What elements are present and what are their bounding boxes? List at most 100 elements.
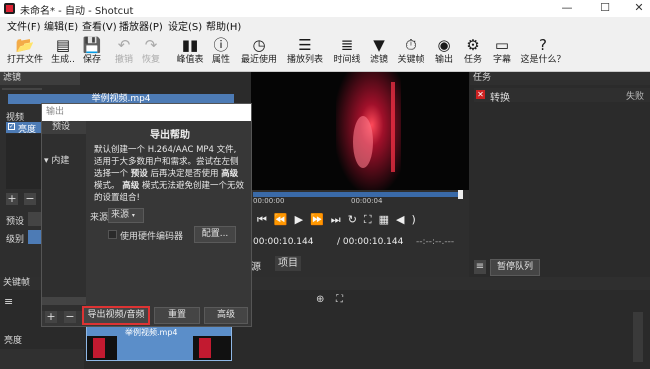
peak-meter-icon: ▮▮ xyxy=(181,36,199,54)
timeline-icon: ≣ xyxy=(340,36,354,54)
menu-player[interactable]: 播放器(P) xyxy=(119,18,163,33)
jobs-header: 任务 xyxy=(470,72,650,85)
pause-queue-button[interactable]: 暂停队列 xyxy=(490,259,540,276)
filter-icon: ▼ xyxy=(373,36,385,54)
preset-scrollbar[interactable] xyxy=(42,297,86,305)
timeline-button[interactable]: ≣ 时间线 xyxy=(331,35,363,69)
undo-button[interactable]: ↶ 撤销 xyxy=(112,35,136,69)
timeline-scrollbar[interactable] xyxy=(633,312,643,362)
peak-meter-button[interactable]: ▮▮ 峰值表 xyxy=(174,35,206,69)
keyframes-button[interactable]: ⏱ 关键帧 xyxy=(395,35,427,69)
menu-file[interactable]: 文件(F) xyxy=(7,18,41,33)
current-time[interactable]: 00:00:10.144 xyxy=(253,237,313,247)
redo-icon: ↷ xyxy=(144,36,158,54)
source-label: 来源 xyxy=(90,213,109,223)
help-title: 导出帮助 xyxy=(150,130,190,141)
minimize-button[interactable]: — xyxy=(558,1,576,16)
fast-forward-icon[interactable]: ⏩ xyxy=(310,213,331,226)
whats-this-icon: ? xyxy=(539,36,547,54)
toolbar: 📂 打开文件 ▤ 生成.. 💾 保存 ↶ 撤销 ↷ 恢复 ▮▮ 峰值表 ⓘ 属性 ◷ 最近使用 … xyxy=(0,32,650,72)
jobs-menu-icon[interactable]: ≡ xyxy=(474,260,486,274)
failed-icon: ✕ xyxy=(476,90,485,99)
job-row[interactable]: ✕ 转换 失败 xyxy=(474,88,650,104)
play-icon[interactable]: ▶ xyxy=(295,213,310,226)
save-icon: 💾 xyxy=(82,36,102,54)
playlist-icon: ☰ xyxy=(298,36,312,54)
source-combo[interactable]: 来源 ▾ xyxy=(108,208,144,223)
hw-encoder-checkbox[interactable] xyxy=(108,230,117,239)
skip-next-icon[interactable]: ⏭ xyxy=(331,213,348,226)
timeline-clip[interactable]: 举例视频.mp4 xyxy=(86,325,232,361)
hw-encoder-label: 使用硬件编码器 xyxy=(120,232,184,242)
playlist-button[interactable]: ☰ 播放列表 xyxy=(284,35,326,69)
folder-open-icon: 📂 xyxy=(15,36,35,54)
export-button[interactable]: ◉ 输出 xyxy=(432,35,456,69)
tab-source[interactable]: 源 xyxy=(251,258,261,273)
job-name: 转换 xyxy=(490,93,510,104)
menu-view[interactable]: 查看(V) xyxy=(82,18,117,33)
job-status: 失败 xyxy=(626,92,645,102)
tab-project[interactable]: 项目 xyxy=(275,256,301,271)
maximize-button[interactable]: ☐ xyxy=(596,1,614,16)
preset-combo[interactable] xyxy=(28,212,42,226)
close-button[interactable]: ✕ xyxy=(630,1,648,16)
menu-bar: 文件(F) 编辑(E) 查看(V) 播放器(P) 设定(S) 帮助(H) xyxy=(0,17,650,33)
export-file-button[interactable]: 导出视频/音频 xyxy=(82,306,150,325)
jobs-panel: 任务 ✕ 转换 失败 ≡ 暂停队列 xyxy=(470,72,650,277)
generate-icon: ▤ xyxy=(55,36,71,54)
loop-icon[interactable]: ↻ xyxy=(348,213,364,226)
recent-button[interactable]: ◷ 最近使用 xyxy=(238,35,280,69)
keyframe-icon: ⏱ xyxy=(405,36,417,54)
open-file-button[interactable]: 📂 打开文件 xyxy=(5,35,45,69)
properties-button[interactable]: ⓘ 属性 xyxy=(209,35,233,69)
timeline-menu-icon[interactable]: ≡ xyxy=(4,295,13,308)
level-label: 级别 xyxy=(6,235,25,245)
video-preview xyxy=(251,72,469,190)
properties-icon: ⓘ xyxy=(213,36,229,54)
filter-list-item[interactable]: ✓ 亮度 xyxy=(6,122,42,135)
tree-item-builtin[interactable]: ▾ 内建 xyxy=(44,153,69,166)
recent-icon: ◷ xyxy=(252,36,266,54)
jobs-button[interactable]: ⚙ 任务 xyxy=(461,35,485,69)
chevron-down-icon: ▾ xyxy=(131,212,135,219)
subtitles-button[interactable]: ▭ 字幕 xyxy=(490,35,514,69)
help-text: 默认创建一个 H.264/AAC MP4 文件, 适用于大多数用户和需求。尝试在… xyxy=(94,145,244,203)
window-title: 未命名* - 自动 - Shotcut xyxy=(20,6,134,17)
generate-button[interactable]: ▤ 生成.. xyxy=(50,35,76,69)
filter-button[interactable]: ▼ 滤镜 xyxy=(367,35,391,69)
menu-settings[interactable]: 设定(S) xyxy=(168,18,202,33)
redo-button[interactable]: ↷ 恢复 xyxy=(139,35,163,69)
whats-this-button[interactable]: ? 这是什么？ xyxy=(519,35,567,69)
zoom-in-icon[interactable]: ⊕ xyxy=(316,294,324,305)
jobs-icon: ⚙ xyxy=(466,36,480,54)
volume-icon[interactable]: ◀) xyxy=(396,213,423,226)
title-bar: 未命名* - 自动 - Shotcut — ☐ ✕ xyxy=(0,0,650,17)
remove-filter-button[interactable]: − xyxy=(24,193,36,205)
transport-buttons: ⏮⏪▶⏩⏭↻⛶▦◀) xyxy=(257,213,423,227)
add-filter-button[interactable]: + xyxy=(6,193,18,205)
export-search-input[interactable]: 输出 xyxy=(42,104,251,121)
skip-previous-icon[interactable]: ⏮ xyxy=(257,213,274,226)
preset-header: 预设 xyxy=(42,121,86,134)
rewind-icon[interactable]: ⏪ xyxy=(274,213,295,226)
grid-icon[interactable]: ▦ xyxy=(379,213,396,226)
menu-help[interactable]: 帮助(H) xyxy=(206,18,241,33)
preset-tree: 预设 ▾ 内建 xyxy=(42,121,86,311)
level-slider[interactable] xyxy=(28,230,42,244)
playhead-handle[interactable] xyxy=(458,190,463,199)
reset-button[interactable]: 重置 xyxy=(154,307,200,324)
advanced-button[interactable]: 高级 xyxy=(204,307,248,324)
in-out-time: --:--:--.--- xyxy=(416,237,455,247)
checkbox-checked-icon: ✓ xyxy=(8,123,15,130)
remove-preset-button[interactable]: − xyxy=(64,311,76,323)
zoom-fit-icon[interactable]: ⛶ xyxy=(336,294,343,305)
shotcut-logo-icon xyxy=(4,3,15,14)
video-frame-image xyxy=(251,72,469,190)
player-controls: 00:00:00 00:00:04 ⏮⏪▶⏩⏭↻⛶▦◀) 00:00:10.14… xyxy=(251,190,469,277)
zoom-icon[interactable]: ⛶ xyxy=(364,213,379,226)
ruler-start: 00:00:00 xyxy=(253,197,285,205)
save-button[interactable]: 💾 保存 xyxy=(80,35,104,69)
add-preset-button[interactable]: + xyxy=(45,311,57,323)
menu-edit[interactable]: 编辑(E) xyxy=(44,18,78,33)
configure-button[interactable]: 配置... xyxy=(194,226,236,243)
